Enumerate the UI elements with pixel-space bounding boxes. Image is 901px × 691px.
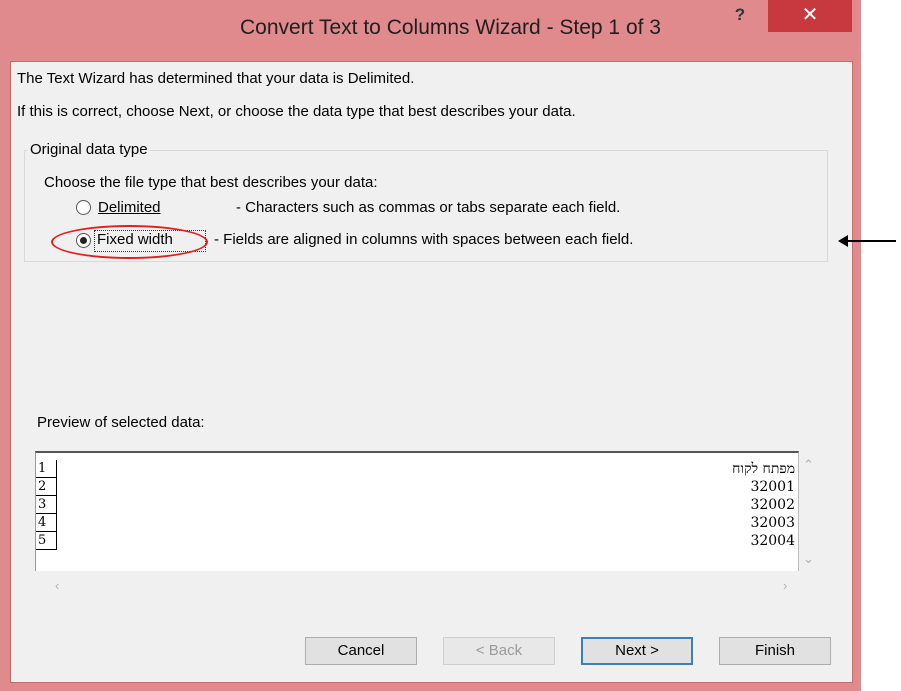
data-preview-pane[interactable]: 1 מפתח לקוח 2 32001 3 32002 4 32003 5 32… (35, 451, 799, 571)
annotation-ellipse (51, 225, 208, 259)
back-button[interactable]: < Back (443, 637, 555, 665)
intro-line-2: If this is correct, choose Next, or choo… (17, 103, 576, 120)
preview-row-text: 32001 (750, 479, 795, 495)
delimited-radio[interactable] (76, 200, 91, 215)
preview-vertical-scrollbar[interactable]: ⌃ ⌄ (799, 451, 817, 571)
delimited-label-text: Delimited (98, 199, 161, 216)
preview-row-number: 5 (36, 532, 57, 550)
delimited-label[interactable]: Delimited (98, 199, 161, 216)
scroll-down-icon[interactable]: ⌄ (803, 551, 814, 567)
preview-horizontal-scrollbar[interactable]: ‹ › (35, 574, 817, 598)
preview-row-number: 4 (36, 514, 57, 532)
scroll-right-icon[interactable]: › (783, 578, 787, 593)
preview-row-number: 1 (36, 460, 57, 478)
cancel-button[interactable]: Cancel (305, 637, 417, 665)
preview-row-text: 32003 (750, 515, 795, 531)
scroll-up-icon[interactable]: ⌃ (803, 457, 814, 473)
scroll-left-icon[interactable]: ‹ (55, 578, 59, 593)
preview-row-text: 32004 (750, 533, 795, 549)
title-bar[interactable]: Convert Text to Columns Wizard - Step 1 … (0, 0, 861, 60)
help-button[interactable]: ? (724, 2, 756, 30)
preview-row-text: 32002 (750, 497, 795, 513)
preview-label: Preview of selected data: (37, 414, 205, 431)
preview-row-text: מפתח לקוח (732, 461, 795, 477)
intro-line-1: The Text Wizard has determined that your… (17, 70, 415, 87)
close-button[interactable]: ✕ (768, 0, 852, 32)
preview-row-number: 3 (36, 496, 57, 514)
finish-button[interactable]: Finish (719, 637, 831, 665)
next-button[interactable]: Next > (581, 637, 693, 665)
group-legend: Original data type (28, 141, 150, 158)
preview-row-number: 2 (36, 478, 57, 496)
annotation-arrow-line (846, 240, 896, 242)
fixed-width-description: - Fields are aligned in columns with spa… (214, 231, 634, 248)
file-type-prompt: Choose the file type that best describes… (44, 174, 378, 191)
delimited-description: - Characters such as commas or tabs sepa… (236, 199, 621, 216)
